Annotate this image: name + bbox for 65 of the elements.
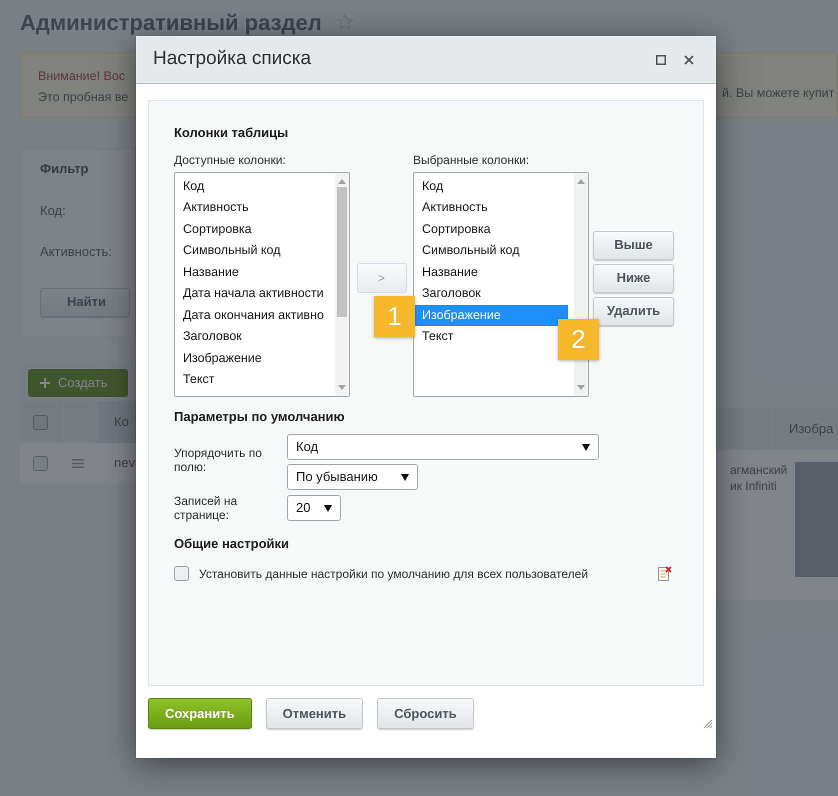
scrollbar[interactable] [335, 172, 349, 396]
scroll-up-icon [577, 178, 585, 184]
field-label: Упорядочить по полю: [174, 445, 263, 476]
footer-button[interactable]: Сбросить [377, 698, 474, 729]
section-heading: Колонки таблицы [174, 124, 290, 142]
listbox-option[interactable]: Заголовок [175, 326, 335, 348]
listbox-option[interactable]: Символьный код [175, 240, 335, 262]
section-heading: Параметры по умолчанию [174, 408, 346, 426]
menu-icon[interactable] [72, 458, 84, 468]
list-label: Доступные колонки: [174, 152, 287, 168]
filter-label: Код: [40, 202, 67, 220]
table-header: Изобра [789, 420, 834, 438]
scrollbar-thumb[interactable] [337, 186, 347, 316]
checkbox[interactable] [174, 566, 189, 581]
dropdown-caret-icon [401, 474, 409, 480]
column-listbox[interactable]: Код Активность Сортировка Символьный код Название Дата начала активности Дата окончания активно Заголовок Изображение Текст [174, 172, 350, 396]
listbox-option[interactable]: Сортировка [414, 218, 574, 240]
plus-icon [40, 378, 50, 388]
annotation-badge: 1 [374, 296, 415, 337]
list-label: Выбранные колонки: [413, 152, 530, 168]
scroll-down-icon [338, 384, 346, 390]
resize-grip-icon[interactable] [703, 719, 713, 729]
listbox-option[interactable]: Изображение [175, 348, 335, 369]
listbox-option[interactable]: Дата начала активности [175, 283, 335, 304]
move-button[interactable]: Удалить [593, 296, 674, 326]
listbox-option[interactable]: Дата окончания активно [175, 304, 335, 326]
scroll-down-icon [577, 384, 585, 390]
listbox-option[interactable]: Код [175, 176, 335, 197]
page-title: Административный раздел [20, 8, 322, 37]
scroll-up-icon [338, 178, 346, 184]
sort-field-select[interactable]: Код [287, 434, 599, 460]
dialog-title: Настройка списка [153, 47, 312, 72]
listbox-option[interactable]: Текст [175, 369, 335, 390]
dropdown-caret-icon [582, 444, 590, 450]
listbox-option[interactable]: Сортировка [175, 218, 335, 240]
star-icon[interactable] [336, 13, 354, 31]
listbox-option[interactable]: Активность [414, 197, 574, 218]
dropdown-caret-icon [324, 504, 332, 512]
footer-button[interactable]: Отменить [266, 698, 364, 729]
annotation-badge: 2 [558, 319, 599, 360]
warning-heading: Внимание! Вос [38, 68, 126, 85]
section-heading: Общие настройки [174, 535, 290, 553]
move-button[interactable]: Выше [593, 230, 674, 260]
checkbox[interactable] [32, 414, 48, 430]
listbox-option[interactable]: Активность [175, 197, 335, 218]
warning-text: Это пробная ве [38, 88, 130, 106]
filter-label: Активность: [40, 243, 113, 261]
listbox-option[interactable]: Символьный код [414, 240, 574, 262]
listbox-option[interactable]: Код [414, 176, 574, 197]
listbox-option[interactable]: Название [414, 262, 574, 283]
table-cell-text: nev [114, 454, 135, 472]
table-cell: агманский [730, 462, 788, 478]
listbox-option[interactable]: Заголовок [414, 283, 574, 304]
checkbox-label: Установить данные настройки по умолчанию для всех пользователей [199, 566, 590, 582]
page-size-select[interactable]: 20 [287, 495, 341, 521]
checkbox[interactable] [32, 456, 48, 470]
listbox-option[interactable]: Название [175, 262, 335, 283]
field-label: Записей на странице: [174, 494, 238, 522]
sort-order-select[interactable]: По убыванию [287, 464, 418, 490]
move-button[interactable]: Ниже [593, 264, 674, 292]
warning-text: й. Вы можете купит [722, 85, 834, 102]
maximize-icon[interactable] [656, 54, 666, 64]
table-cell-text: ик Infiniti [730, 478, 778, 494]
close-icon[interactable] [684, 54, 694, 64]
document-delete-icon[interactable] [658, 566, 672, 582]
